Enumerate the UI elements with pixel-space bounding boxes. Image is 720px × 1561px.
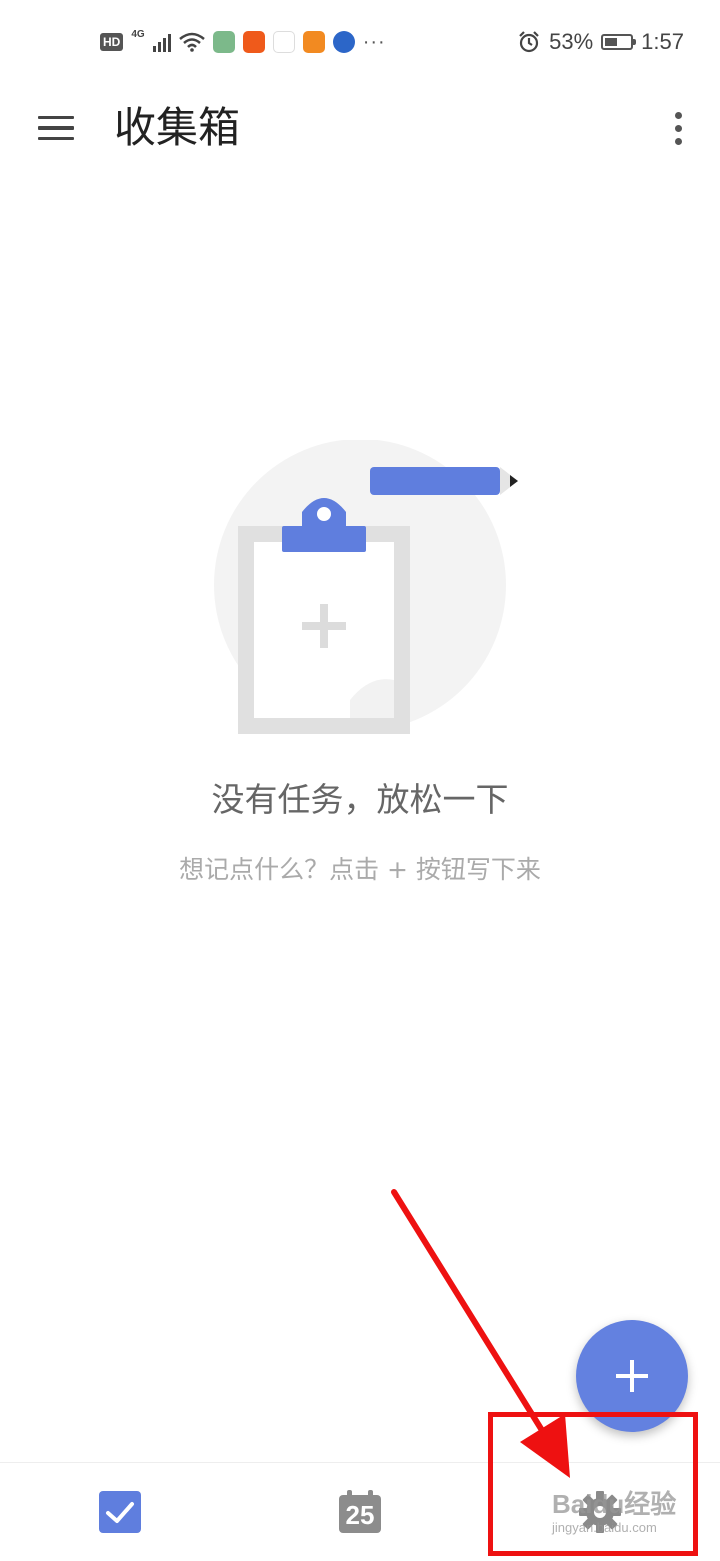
- battery-percent: 53%: [549, 29, 594, 54]
- page-title: 收集箱: [114, 103, 241, 152]
- alarm-icon: [519, 31, 539, 53]
- tab-settings[interactable]: [540, 1463, 660, 1561]
- app-bar: 收集箱: [0, 84, 720, 172]
- clock: 1:57: [641, 29, 684, 54]
- empty-clipboard-illustration: [214, 440, 518, 734]
- empty-state-hint: 想记点什么？点击 + 按钮写下来: [179, 855, 541, 884]
- tab-tasks[interactable]: [60, 1463, 180, 1561]
- sina-icon: [272, 31, 295, 53]
- more-options-button[interactable]: [658, 102, 698, 154]
- dot: [674, 111, 682, 119]
- network-type: 4G: [131, 28, 145, 40]
- hd-badge: HD: [100, 33, 124, 51]
- dot: [674, 137, 682, 145]
- signal-icon: [152, 32, 171, 52]
- add-task-button[interactable]: [576, 1320, 688, 1432]
- wifi-icon: [178, 32, 205, 52]
- battery-icon: [601, 34, 637, 50]
- menu-icon-line: [38, 136, 74, 141]
- notification-app-icon: [242, 31, 265, 53]
- menu-icon-line: [38, 115, 74, 120]
- notification-app-icon: [212, 31, 235, 53]
- tab-calendar[interactable]: 25: [300, 1463, 420, 1561]
- status-right: 53% 1:57: [517, 26, 684, 58]
- status-bar: HD 4G ··· 53% 1:57: [0, 0, 720, 84]
- gear-icon: [579, 1491, 621, 1533]
- notification-app-icon: [332, 31, 355, 53]
- calendar-day-number: 25: [345, 1499, 375, 1530]
- check-square-icon: [99, 1491, 141, 1533]
- empty-state-title: 没有任务，放松一下: [211, 780, 509, 819]
- dot: [674, 124, 682, 132]
- calendar-icon: 25: [338, 1490, 382, 1534]
- plus-icon: [616, 1360, 648, 1392]
- bottom-navigation: 25: [0, 1462, 720, 1561]
- more-notifications-icon: ···: [362, 30, 386, 53]
- uc-browser-icon: [302, 31, 325, 53]
- menu-button[interactable]: [28, 102, 84, 154]
- menu-icon-line: [38, 126, 74, 130]
- status-left: HD 4G ···: [100, 26, 386, 58]
